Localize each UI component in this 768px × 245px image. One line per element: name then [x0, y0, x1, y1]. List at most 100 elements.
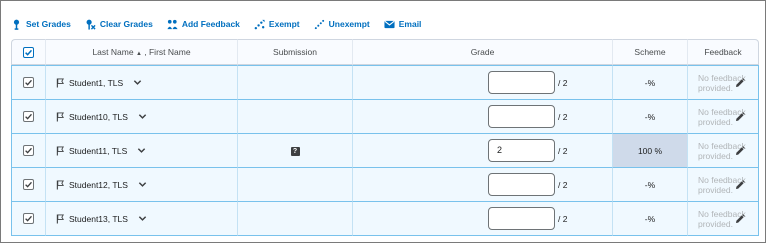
row-select-cell: [11, 202, 46, 236]
student-name[interactable]: Student11, TLS: [69, 146, 127, 156]
feedback-cell: No feedback provided.: [688, 100, 759, 134]
table-row: Student1, TLS / 2 -% No feedback provide…: [11, 65, 759, 100]
clear-grades-icon: [86, 19, 96, 30]
email-button[interactable]: Email: [384, 19, 422, 30]
edit-feedback-icon[interactable]: [735, 145, 745, 156]
student-name-cell: Student11, TLS: [46, 134, 238, 168]
scheme-cell: -%: [613, 65, 688, 100]
row-select-cell: [11, 168, 46, 202]
grade-input[interactable]: [488, 173, 555, 196]
clear-grades-button[interactable]: Clear Grades: [85, 19, 153, 30]
select-all-checkbox[interactable]: [23, 46, 34, 58]
exempt-button[interactable]: Exempt: [254, 19, 300, 30]
grade-column-header: Grade: [353, 39, 613, 65]
grade-input[interactable]: [488, 105, 555, 128]
student-name-cell: Student10, TLS: [46, 100, 238, 134]
scheme-cell: -%: [613, 202, 688, 236]
grade-out-of: / 2: [558, 111, 568, 122]
check-icon: [25, 182, 32, 188]
chevron-down-icon[interactable]: [138, 180, 147, 189]
submission-cell: ?: [238, 134, 353, 168]
check-icon: [25, 216, 32, 222]
student-name-cell: Student1, TLS: [46, 65, 238, 100]
exempt-label: Exempt: [268, 19, 300, 29]
submission-cell: [238, 168, 353, 202]
add-feedback-label: Add Feedback: [181, 19, 240, 29]
unexempt-button[interactable]: Unexempt: [314, 19, 370, 30]
student-name[interactable]: Student13, TLS: [69, 214, 128, 224]
email-icon: [384, 20, 395, 28]
flag-icon[interactable]: [56, 112, 65, 122]
grade-out-of: / 2: [558, 179, 568, 190]
flag-icon[interactable]: [56, 180, 65, 190]
table-row: Student11, TLS ? 2 / 2 100 % No feedback…: [11, 134, 759, 168]
unexempt-icon: [314, 19, 324, 29]
grade-input[interactable]: 2: [488, 139, 555, 162]
set-grades-button[interactable]: Set Grades: [11, 19, 71, 30]
name-column-header[interactable]: Last Name ▲ , First Name: [46, 39, 238, 65]
email-label: Email: [398, 19, 422, 29]
feedback-cell: No feedback provided.: [688, 134, 759, 168]
feedback-cell: No feedback provided.: [688, 168, 759, 202]
row-select-cell: [11, 65, 46, 100]
check-icon: [25, 114, 32, 120]
row-checkbox[interactable]: [23, 77, 34, 89]
edit-feedback-icon[interactable]: [735, 111, 745, 122]
student-name-cell: Student12, TLS: [46, 168, 238, 202]
student-name[interactable]: Student10, TLS: [69, 112, 128, 122]
scheme-cell: -%: [613, 168, 688, 202]
scheme-cell: 100 %: [613, 134, 688, 168]
flag-icon[interactable]: [56, 214, 65, 224]
row-checkbox[interactable]: [23, 213, 34, 225]
check-icon: [25, 148, 32, 154]
grade-cell: 2 / 2: [353, 134, 613, 168]
student-name[interactable]: Student1, TLS: [69, 78, 123, 88]
submission-help-icon[interactable]: ?: [290, 147, 300, 156]
edit-feedback-icon[interactable]: [735, 179, 745, 190]
chevron-down-icon[interactable]: [137, 146, 146, 155]
table-row: Student10, TLS / 2 -% No feedback provid…: [11, 100, 759, 134]
check-icon: [25, 49, 33, 56]
submission-cell: [238, 65, 353, 100]
submission-cell: [238, 100, 353, 134]
submission-column-header: Submission: [238, 39, 353, 65]
chevron-down-icon[interactable]: [138, 112, 147, 121]
chevron-down-icon[interactable]: [133, 78, 142, 87]
row-checkbox[interactable]: [23, 179, 34, 191]
feedback-cell: No feedback provided.: [688, 65, 759, 100]
clear-grades-label: Clear Grades: [99, 19, 153, 29]
unexempt-label: Unexempt: [328, 19, 370, 29]
grades-table: Last Name ▲ , First Name Submission Grad…: [11, 39, 759, 236]
name-header-first: , First Name: [144, 47, 191, 57]
select-all-header: [11, 39, 46, 65]
student-name[interactable]: Student12, TLS: [69, 180, 128, 190]
grade-cell: / 2: [353, 100, 613, 134]
chevron-down-icon[interactable]: [138, 214, 147, 223]
row-select-cell: [11, 134, 46, 168]
feedback-cell: No feedback provided.: [688, 202, 759, 236]
row-checkbox[interactable]: [23, 145, 34, 157]
table-header-row: Last Name ▲ , First Name Submission Grad…: [11, 39, 759, 65]
check-icon: [25, 80, 32, 86]
submission-cell: [238, 202, 353, 236]
scheme-column-header: Scheme: [613, 39, 688, 65]
grade-cell: / 2: [353, 65, 613, 100]
flag-icon[interactable]: [56, 146, 65, 156]
exempt-icon: [254, 19, 265, 29]
row-checkbox[interactable]: [23, 111, 34, 123]
row-select-cell: [11, 100, 46, 134]
scheme-cell: -%: [613, 100, 688, 134]
feedback-column-header: Feedback: [688, 39, 759, 65]
toolbar: Set Grades Clear Grades Add Feedback Exe…: [11, 15, 435, 33]
edit-feedback-icon[interactable]: [735, 213, 745, 224]
add-feedback-button[interactable]: Add Feedback: [167, 19, 240, 30]
set-grades-icon: [13, 19, 20, 30]
grades-panel: Set Grades Clear Grades Add Feedback Exe…: [0, 0, 766, 243]
grade-cell: / 2: [353, 168, 613, 202]
flag-icon[interactable]: [56, 78, 65, 88]
grade-input[interactable]: [488, 71, 555, 94]
edit-feedback-icon[interactable]: [735, 77, 745, 88]
grade-input[interactable]: [488, 207, 555, 230]
grade-cell: / 2: [353, 202, 613, 236]
set-grades-label: Set Grades: [26, 19, 71, 29]
